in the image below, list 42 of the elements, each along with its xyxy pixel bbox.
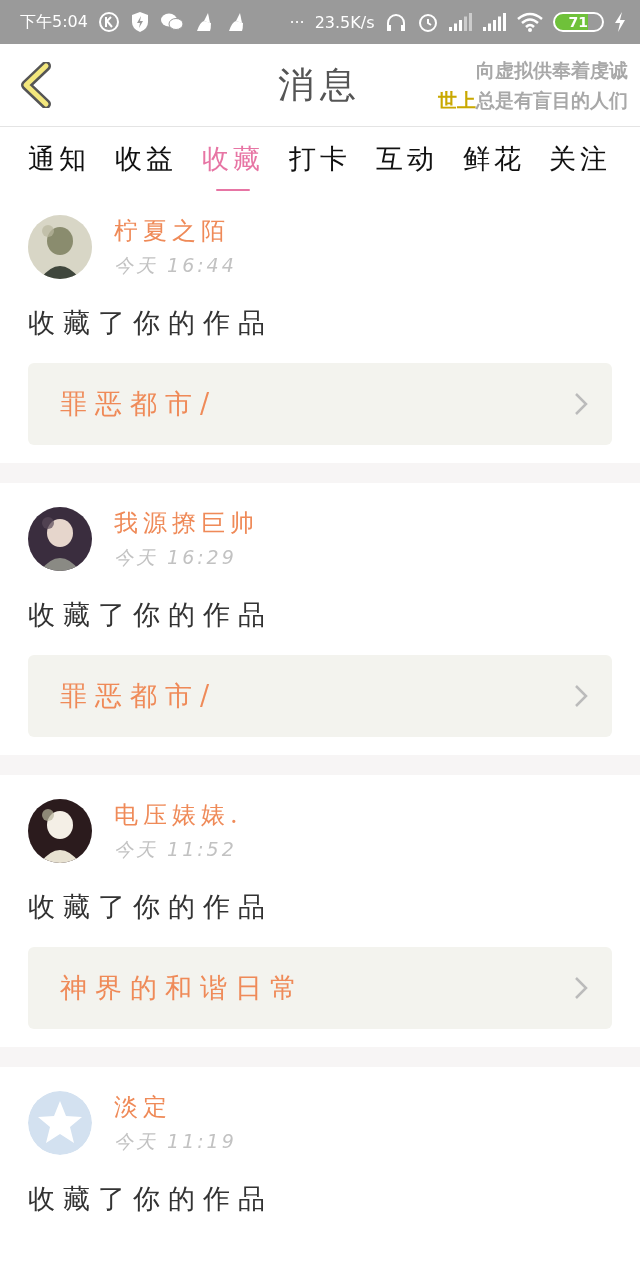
message-time: 今天 11:19 xyxy=(114,1129,237,1154)
alarm-icon xyxy=(416,11,439,33)
star-avatar-icon xyxy=(28,1091,92,1155)
chevron-right-icon xyxy=(574,684,588,708)
signal-icon xyxy=(448,13,473,31)
user-name[interactable]: 电压婊婊. xyxy=(114,799,243,831)
charging-icon xyxy=(614,12,626,32)
wifi-icon xyxy=(516,12,543,32)
status-time: 下午5:04 xyxy=(20,11,88,33)
message-text: 收藏了你的作品 xyxy=(28,306,274,340)
tab[interactable]: 关注 xyxy=(549,127,612,191)
tab[interactable]: 互动 xyxy=(375,127,438,191)
tab[interactable]: 收藏 xyxy=(202,127,265,191)
signal-icon xyxy=(482,13,507,31)
message-text: 收藏了你的作品 xyxy=(28,890,274,924)
work-link[interactable]: 神界的和谐日常 xyxy=(28,947,612,1029)
tab[interactable]: 通知 xyxy=(28,127,91,191)
tab[interactable]: 打卡 xyxy=(288,127,351,191)
user-name[interactable]: 淡定 xyxy=(114,1091,237,1123)
message-time: 今天 16:44 xyxy=(114,253,237,278)
shield-icon xyxy=(129,11,150,33)
lyrics-line: 向虚拟供奉着虔诚 xyxy=(476,58,628,83)
message-time: 今天 11:52 xyxy=(114,837,238,862)
chevron-right-icon xyxy=(574,976,588,1000)
network-speed: 23.5K/s xyxy=(314,12,375,32)
tab[interactable]: 鲜花 xyxy=(462,127,525,191)
user-name[interactable]: 柠夏之陌 xyxy=(114,215,237,247)
message-time: 今天 16:29 xyxy=(114,545,238,570)
page-title: 消息 xyxy=(278,62,362,107)
chat-icon xyxy=(159,12,184,32)
user-name[interactable]: 我源撩巨帅 xyxy=(114,507,259,539)
tab[interactable]: 收益 xyxy=(115,127,178,191)
message-text: 收藏了你的作品 xyxy=(28,598,274,632)
more-notifications: ··· xyxy=(289,12,305,32)
work-link[interactable]: 罪恶都市/ xyxy=(28,363,612,445)
chevron-right-icon xyxy=(574,392,588,416)
message-text: 收藏了你的作品 xyxy=(28,1182,274,1216)
headphones-icon xyxy=(384,12,407,32)
battery-indicator: 71 xyxy=(552,12,604,32)
lyrics-line: 世上总是有盲目的人们 xyxy=(438,88,628,113)
work-link[interactable]: 罪恶都市/ xyxy=(28,655,612,737)
k-icon xyxy=(97,11,120,33)
